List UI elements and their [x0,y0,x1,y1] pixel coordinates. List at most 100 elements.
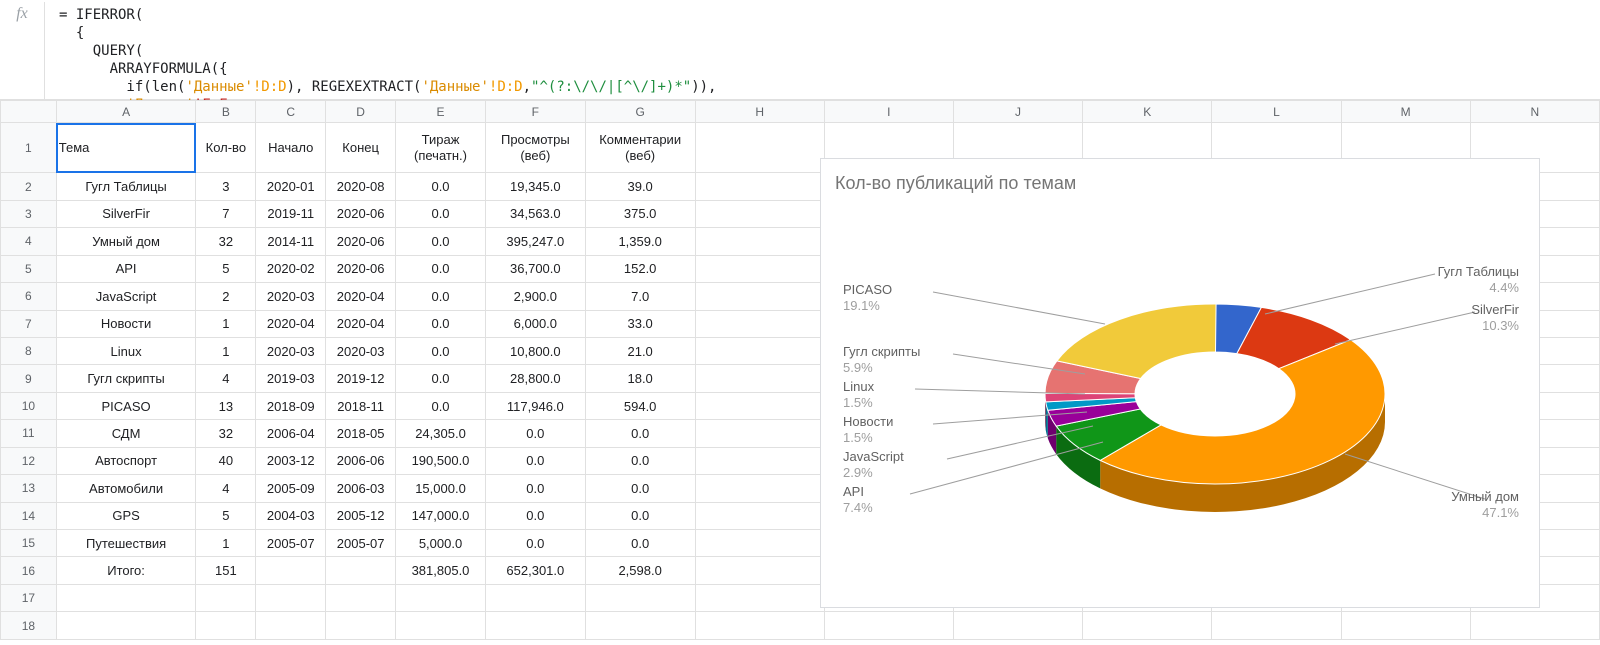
cell[interactable]: 2,598.0 [585,557,695,584]
row-header[interactable]: 6 [1,283,57,310]
row-header[interactable]: 12 [1,447,57,474]
cell[interactable]: 6,000.0 [485,310,585,337]
cell[interactable] [695,612,824,640]
cell[interactable]: 4 [196,475,256,502]
cell[interactable] [695,283,824,310]
cell-A1[interactable]: Тема [56,123,196,173]
cell[interactable]: 0.0 [485,530,585,557]
cell[interactable]: 0.0 [585,475,695,502]
col-H[interactable]: H [695,101,824,123]
col-E[interactable]: E [396,101,486,123]
cell[interactable]: 4 [196,365,256,392]
cell[interactable] [695,123,824,173]
cell[interactable]: 1,359.0 [585,228,695,255]
row-header[interactable]: 3 [1,200,57,227]
cell[interactable]: 2 [196,283,256,310]
cell[interactable]: 2020-04 [256,310,326,337]
cell[interactable]: 0.0 [485,420,585,447]
row-header[interactable]: 14 [1,502,57,529]
cell-F1[interactable]: Просмотры(веб) [485,123,585,173]
cell[interactable]: 18.0 [585,365,695,392]
cell[interactable]: 32 [196,420,256,447]
cell[interactable]: Гугл Таблицы [56,173,196,200]
cell[interactable] [256,584,326,611]
cell[interactable]: 2018-09 [256,392,326,419]
cell[interactable]: 32 [196,228,256,255]
cell[interactable]: 10,800.0 [485,337,585,364]
row-header[interactable]: 13 [1,475,57,502]
cell[interactable]: 375.0 [585,200,695,227]
cell-B1[interactable]: Кол-во [196,123,256,173]
cell[interactable] [326,557,396,584]
row-header[interactable]: 8 [1,337,57,364]
cell[interactable] [1470,612,1599,640]
cell[interactable]: 2005-07 [256,530,326,557]
cell[interactable] [585,612,695,640]
col-G[interactable]: G [585,101,695,123]
cell[interactable]: 2005-09 [256,475,326,502]
cell[interactable]: 0.0 [396,310,486,337]
col-L[interactable]: L [1212,101,1341,123]
row-header[interactable]: 1 [1,123,57,173]
cell[interactable] [56,612,196,640]
cell[interactable] [695,530,824,557]
cell[interactable]: 0.0 [396,255,486,282]
cell[interactable]: GPS [56,502,196,529]
cell[interactable] [396,612,486,640]
cell[interactable]: 2006-04 [256,420,326,447]
cell[interactable]: 0.0 [585,447,695,474]
cell[interactable]: 5 [196,502,256,529]
col-D[interactable]: D [326,101,396,123]
cell[interactable]: 2018-05 [326,420,396,447]
cell[interactable]: 0.0 [396,173,486,200]
cell[interactable]: 117,946.0 [485,392,585,419]
col-B[interactable]: B [196,101,256,123]
cell[interactable] [695,228,824,255]
col-I[interactable]: I [824,101,953,123]
row-header[interactable]: 11 [1,420,57,447]
row-header[interactable]: 10 [1,392,57,419]
cell[interactable]: 2020-04 [326,283,396,310]
cell[interactable]: Автоспорт [56,447,196,474]
cell[interactable]: 2020-08 [326,173,396,200]
cell[interactable] [256,612,326,640]
cell[interactable]: 7.0 [585,283,695,310]
cell-G1[interactable]: Комментарии(веб) [585,123,695,173]
cell[interactable]: 652,301.0 [485,557,585,584]
cell[interactable]: 2019-12 [326,365,396,392]
cell[interactable]: 2006-03 [326,475,396,502]
cell[interactable]: 33.0 [585,310,695,337]
cell[interactable]: 0.0 [485,502,585,529]
cell[interactable] [196,612,256,640]
col-N[interactable]: N [1470,101,1599,123]
cell[interactable]: 1 [196,337,256,364]
cell[interactable]: API [56,255,196,282]
cell[interactable] [1212,612,1341,640]
cell[interactable]: 2020-03 [256,283,326,310]
cell[interactable]: 2020-06 [326,200,396,227]
cell[interactable]: Путешествия [56,530,196,557]
col-A[interactable]: A [56,101,196,123]
cell[interactable]: 2020-06 [326,228,396,255]
cell[interactable] [695,255,824,282]
cell[interactable]: 0.0 [585,530,695,557]
cell[interactable] [1083,612,1212,640]
cell[interactable]: 594.0 [585,392,695,419]
cell[interactable] [824,612,953,640]
cell[interactable]: 2019-03 [256,365,326,392]
cell[interactable] [56,584,196,611]
row-header[interactable]: 4 [1,228,57,255]
cell[interactable]: 2019-11 [256,200,326,227]
cell[interactable]: 1 [196,530,256,557]
col-J[interactable]: J [953,101,1082,123]
cell[interactable]: Умный дом [56,228,196,255]
row-header[interactable]: 18 [1,612,57,640]
cell[interactable]: 2004-03 [256,502,326,529]
cell[interactable] [695,557,824,584]
cell[interactable]: 2006-06 [326,447,396,474]
cell[interactable] [695,502,824,529]
cell[interactable]: 190,500.0 [396,447,486,474]
corner-cell[interactable] [1,101,57,123]
cell-E1[interactable]: Тираж(печатн.) [396,123,486,173]
cell[interactable]: 13 [196,392,256,419]
